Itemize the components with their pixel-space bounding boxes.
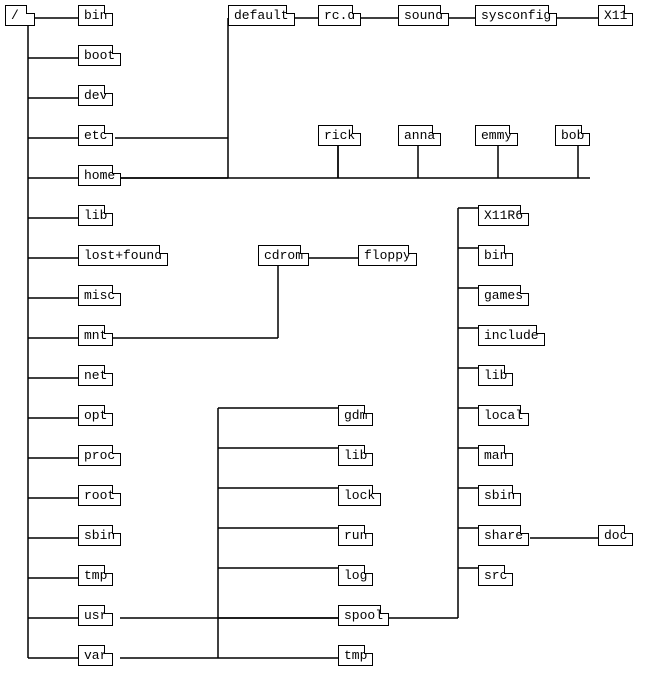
file-proc: proc [78, 445, 121, 466]
node-bob: bob [555, 125, 590, 146]
file-usr-sbin: sbin [478, 485, 521, 506]
node-floppy: floppy [358, 245, 417, 266]
node-usr: usr [78, 605, 113, 626]
file-sound: sound [398, 5, 449, 26]
file-lost-found: lost+found [78, 245, 168, 266]
file-src: src [478, 565, 513, 586]
file-var: var [78, 645, 113, 666]
node-var-lib: lib [338, 445, 373, 466]
file-usr-lib: lib [478, 365, 513, 386]
node-proc: proc [78, 445, 121, 466]
file-rootdir: root [78, 485, 121, 506]
file-boot: boot [78, 45, 121, 66]
file-cdrom: cdrom [258, 245, 309, 266]
file-games: games [478, 285, 529, 306]
file-opt: opt [78, 405, 113, 426]
file-run: run [338, 525, 373, 546]
file-bob: bob [555, 125, 590, 146]
file-emmy: emmy [475, 125, 518, 146]
node-mnt: mnt [78, 325, 113, 346]
node-var-tmp: tmp [338, 645, 373, 666]
node-rcd: rc.d [318, 5, 361, 26]
file-rcd: rc.d [318, 5, 361, 26]
file-sbin: sbin [78, 525, 121, 546]
file-anna: anna [398, 125, 441, 146]
file-default: default [228, 5, 295, 26]
file-include: include [478, 325, 545, 346]
node-tmp: tmp [78, 565, 113, 586]
file-local: local [478, 405, 529, 426]
node-bin: bin [78, 5, 113, 26]
node-sbin: sbin [78, 525, 121, 546]
node-log: log [338, 565, 373, 586]
node-lib: lib [78, 205, 113, 226]
node-misc: misc [78, 285, 121, 306]
file-spool: spool [338, 605, 389, 626]
file-rick: rick [318, 125, 361, 146]
file-var-tmp: tmp [338, 645, 373, 666]
node-run: run [338, 525, 373, 546]
node-man: man [478, 445, 513, 466]
node-anna: anna [398, 125, 441, 146]
file-net: net [78, 365, 113, 386]
node-usr-bin: bin [478, 245, 513, 266]
file-lib: lib [78, 205, 113, 226]
node-dev: dev [78, 85, 113, 106]
node-doc: doc [598, 525, 633, 546]
node-home: home [78, 165, 121, 186]
node-emmy: emmy [475, 125, 518, 146]
node-boot: boot [78, 45, 121, 66]
node-games: games [478, 285, 529, 306]
node-local: local [478, 405, 529, 426]
file-x11: X11 [598, 5, 633, 26]
file-misc: misc [78, 285, 121, 306]
node-cdrom: cdrom [258, 245, 309, 266]
file-usr: usr [78, 605, 113, 626]
node-share: share [478, 525, 529, 546]
node-etc: etc [78, 125, 113, 146]
file-x11r6: X11R6 [478, 205, 529, 226]
file-home: home [78, 165, 121, 186]
node-rick: rick [318, 125, 361, 146]
node-sysconfig: sysconfig [475, 5, 557, 26]
node-x11: X11 [598, 5, 633, 26]
node-x11r6: X11R6 [478, 205, 529, 226]
node-gdm: gdm [338, 405, 373, 426]
file-dev: dev [78, 85, 113, 106]
node-lost-found: lost+found [78, 245, 168, 266]
tree-diagram: / bin boot dev etc home lib lost+found m… [0, 0, 653, 693]
node-src: src [478, 565, 513, 586]
file-tmp: tmp [78, 565, 113, 586]
file-lock: lock [338, 485, 381, 506]
file-doc: doc [598, 525, 633, 546]
file-share: share [478, 525, 529, 546]
file-sysconfig: sysconfig [475, 5, 557, 26]
file-root: / [5, 5, 35, 26]
file-mnt: mnt [78, 325, 113, 346]
node-usr-sbin: sbin [478, 485, 521, 506]
node-rootdir: root [78, 485, 121, 506]
file-log: log [338, 565, 373, 586]
node-usr-lib: lib [478, 365, 513, 386]
node-default: default [228, 5, 295, 26]
file-etc: etc [78, 125, 113, 146]
node-lock: lock [338, 485, 381, 506]
node-var: var [78, 645, 113, 666]
file-gdm: gdm [338, 405, 373, 426]
node-opt: opt [78, 405, 113, 426]
file-var-lib: lib [338, 445, 373, 466]
node-spool: spool [338, 605, 389, 626]
file-man: man [478, 445, 513, 466]
node-net: net [78, 365, 113, 386]
file-floppy: floppy [358, 245, 417, 266]
file-usr-bin: bin [478, 245, 513, 266]
node-root: / [5, 5, 35, 26]
node-include: include [478, 325, 545, 346]
file-bin: bin [78, 5, 113, 26]
node-sound: sound [398, 5, 449, 26]
